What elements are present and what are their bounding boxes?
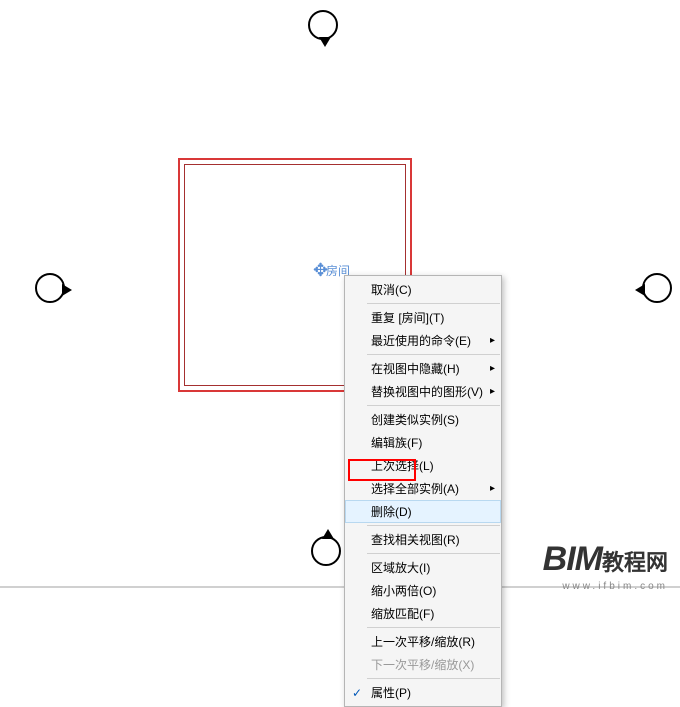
menu-item-delete[interactable]: 删除(D) [345, 500, 501, 523]
logo-suffix: 教程网 [602, 550, 668, 575]
menu-separator [367, 405, 500, 406]
menu-item-similar[interactable]: 创建类似实例(S) [345, 408, 501, 431]
menu-separator [367, 678, 500, 679]
menu-separator [367, 553, 500, 554]
menu-label: 在视图中隐藏(H) [371, 360, 460, 377]
menu-item-editfam[interactable]: 编辑族(F) [345, 431, 501, 454]
menu-item-findrel[interactable]: 查找相关视图(R) [345, 528, 501, 551]
menu-item-zoomfit[interactable]: 缩放匹配(F) [345, 602, 501, 625]
menu-item-hide[interactable]: 在视图中隐藏(H) ▸ [345, 357, 501, 380]
menu-label: 下一次平移/缩放(X) [371, 656, 474, 673]
drawing-canvas[interactable]: ✥ 房间 [0, 0, 680, 600]
menu-item-override[interactable]: 替换视图中的图形(V) ▸ [345, 380, 501, 403]
menu-separator [367, 303, 500, 304]
menu-label: 删除(D) [371, 503, 412, 520]
menu-label: 查找相关视图(R) [371, 531, 460, 548]
context-menu: 取消(C) 重复 [房间](T) 最近使用的命令(E)▸ 在视图中隐藏(H)▸ … [344, 275, 502, 707]
menu-label: 取消(C) [371, 281, 412, 298]
elevation-marker-south[interactable] [311, 536, 341, 566]
menu-separator [367, 525, 500, 526]
menu-label: 缩放匹配(F) [371, 605, 434, 622]
submenu-arrow-icon: ▸ [490, 335, 495, 346]
menu-item-cancel[interactable]: 取消(C) [345, 278, 501, 301]
menu-label: 编辑族(F) [371, 434, 422, 451]
menu-item-zoomout[interactable]: 缩小两倍(O) [345, 579, 501, 602]
submenu-arrow-icon: ▸ [490, 363, 495, 374]
menu-item-nextpan: 下一次平移/缩放(X) [345, 653, 501, 676]
elevation-marker-west[interactable] [35, 273, 65, 303]
submenu-arrow-icon: ▸ [490, 483, 495, 494]
menu-label: 重复 [房间](T) [371, 309, 444, 326]
logo-brand: BIM [543, 540, 602, 578]
menu-item-repeat[interactable]: 重复 [房间](T) [345, 306, 501, 329]
menu-label: 最近使用的命令(E) [371, 332, 471, 349]
menu-label: 上一次平移/缩放(R) [371, 633, 475, 650]
menu-separator [367, 354, 500, 355]
menu-item-prevpan[interactable]: 上一次平移/缩放(R) [345, 630, 501, 653]
watermark-logo: BIM教程网 www.ifbim.com [543, 540, 668, 592]
menu-label: 创建类似实例(S) [371, 411, 459, 428]
check-icon: ✓ [352, 686, 362, 700]
elevation-marker-north[interactable] [308, 10, 338, 40]
menu-item-zoomin[interactable]: 区域放大(I) [345, 556, 501, 579]
menu-label: 替换视图中的图形(V) [371, 383, 483, 400]
menu-label: 上次选择(L) [371, 457, 434, 474]
menu-item-selall[interactable]: 选择全部实例(A) ▸ [345, 477, 501, 500]
logo-url: www.ifbim.com [543, 581, 668, 592]
menu-label: 缩小两倍(O) [371, 582, 436, 599]
submenu-arrow-icon: ▸ [490, 386, 495, 397]
elevation-marker-east[interactable] [642, 273, 672, 303]
menu-item-recent[interactable]: 最近使用的命令(E) ▸ [345, 329, 501, 352]
menu-separator [367, 627, 500, 628]
menu-item-props[interactable]: ✓ 属性(P) [345, 681, 501, 704]
menu-item-lastsel[interactable]: 上次选择(L) [345, 454, 501, 477]
menu-label: 区域放大(I) [371, 559, 430, 576]
menu-label: 属性(P) [371, 684, 411, 701]
menu-label: 选择全部实例(A) [371, 480, 459, 497]
